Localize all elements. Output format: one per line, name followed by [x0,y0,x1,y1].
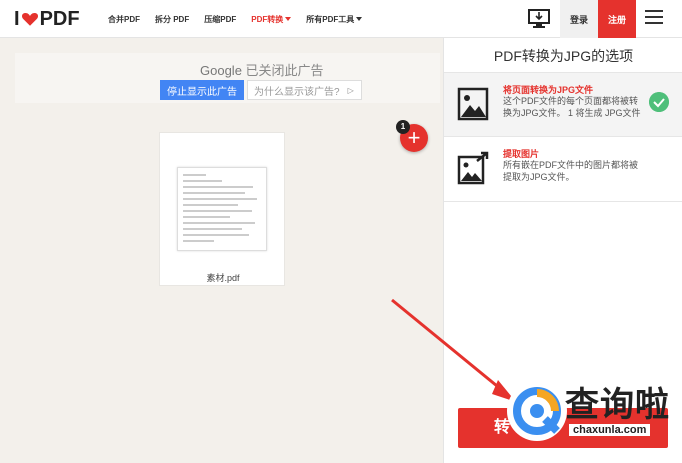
nav-merge-pdf[interactable]: 合并PDF [108,14,140,25]
nav-all-pdf-tools[interactable]: 所有PDF工具 [306,14,363,25]
google-wordmark: Google [200,63,242,78]
caret-down-icon [285,17,292,22]
caret-down-icon [356,17,363,22]
nav-compress-pdf[interactable]: 压缩PDF [204,14,236,25]
uploaded-file-card[interactable]: 素材.pdf [159,132,285,286]
image-page-icon [457,87,489,121]
check-icon [649,92,669,112]
ad-closed-message: Google 已关闭此广告 [200,63,324,78]
file-name: 素材.pdf [206,273,240,283]
heart-icon [21,13,38,26]
option-description: 这个PDF文件的每个页面都将被转换为JPG文件。 1 将生成 JPG文件 [503,96,641,118]
nav-convert-pdf[interactable]: PDF转换 [251,14,292,25]
file-count-badge: 1 [396,120,410,134]
why-this-ad-button[interactable]: 为什么显示该广告? ▷ [247,80,362,100]
logo-text-i: I [14,7,20,30]
nav-split-pdf[interactable]: 拆分 PDF [155,14,189,25]
watermark-text: 查询啦 [565,385,670,425]
option-extract-images[interactable]: 提取图片 所有嵌在PDF文件中的图片都将被提取为JPG文件。 [444,136,682,202]
play-icon: ▷ [347,85,354,95]
login-button[interactable]: 登录 [560,0,598,38]
stop-showing-ad-button[interactable]: 停止显示此广告 [160,80,244,100]
desktop-download-icon [528,9,550,28]
hamburger-menu-icon[interactable] [645,10,663,28]
watermark-url: chaxunla.com [569,424,651,436]
chaxunla-watermark: 查询啦 chaxunla.com [503,377,678,447]
file-thumbnail [177,167,267,251]
desktop-app-button[interactable] [520,0,558,38]
signup-button[interactable]: 注册 [598,0,636,38]
chaxunla-logo-icon [507,381,567,441]
option-description: 所有嵌在PDF文件中的图片都将被提取为JPG文件。 [503,160,639,182]
option-convert-pages[interactable]: 将页面转换为JPG文件 这个PDF文件的每个页面都将被转换为JPG文件。 1 将… [444,72,682,136]
main-nav: 合并PDF 拆分 PDF 压缩PDF PDF转换 所有PDF工具 [108,0,377,38]
extract-image-icon [457,151,489,185]
logo-text-pdf: PDF [39,7,80,30]
top-header: I PDF 合并PDF 拆分 PDF 压缩PDF PDF转换 所有PDF工具 登… [0,0,682,38]
panel-title: PDF转换为JPG的选项 [493,48,634,64]
ad-banner: Google 已关闭此广告 停止显示此广告 为什么显示该广告? ▷ [15,53,440,103]
ilovepdf-logo[interactable]: I PDF [14,8,80,30]
